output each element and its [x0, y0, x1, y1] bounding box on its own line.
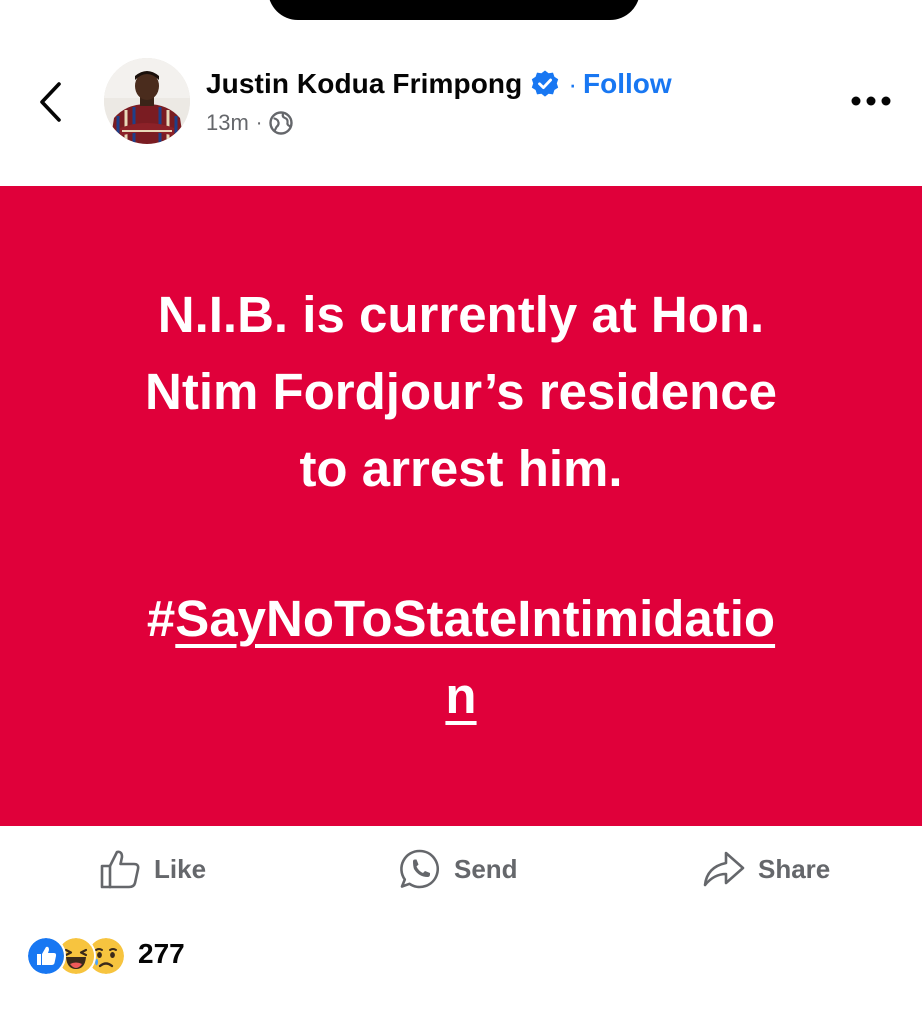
follow-button[interactable]: Follow: [583, 68, 672, 100]
more-options-button[interactable]: [846, 86, 896, 116]
post-timestamp[interactable]: 13m: [206, 110, 249, 136]
author-row: Justin Kodua Frimpong · Follow: [206, 64, 672, 104]
share-button[interactable]: Share: [702, 846, 830, 892]
share-arrow-icon: [702, 847, 746, 891]
share-label: Share: [758, 853, 831, 884]
send-label: Send: [454, 853, 518, 884]
post-line-3: to arrest him.: [299, 440, 623, 497]
like-reaction-icon: [26, 936, 66, 976]
hashtag-line-2: n: [0, 657, 922, 734]
reaction-count: 277: [138, 938, 185, 969]
facebook-post-screen: Justin Kodua Frimpong · Follow 13m · N.I…: [0, 0, 922, 1024]
like-button[interactable]: Like: [98, 846, 206, 892]
post-line-2: Ntim Fordjour’s residence: [145, 363, 777, 420]
send-button[interactable]: Send: [398, 846, 518, 892]
whatsapp-send-icon: [398, 847, 442, 891]
post-line-1: N.I.B. is currently at Hon.: [157, 286, 765, 343]
like-thumb-icon: [98, 847, 142, 891]
back-chevron-icon: [40, 82, 61, 122]
hashtag-symbol: #: [146, 590, 176, 647]
post-meta: 13m ·: [206, 106, 294, 140]
device-notch: [268, 0, 640, 20]
like-label: Like: [154, 853, 207, 884]
hashtag-line-1: #SayNoToStateIntimidatio: [0, 580, 922, 657]
verified-badge-icon: [530, 69, 560, 99]
hashtag-block: #SayNoToStateIntimidatio n: [0, 580, 922, 734]
more-options-icon: [851, 96, 891, 106]
meta-separator: ·: [255, 111, 263, 134]
post-actions-bar: Like Send Share: [0, 836, 922, 902]
author-name[interactable]: Justin Kodua Frimpong: [206, 68, 522, 100]
post-body-text: N.I.B. is currently at Hon. Ntim Fordjou…: [0, 276, 922, 507]
reaction-icons: [24, 934, 134, 976]
reactions-summary[interactable]: 277: [24, 934, 185, 976]
globe-icon[interactable]: [268, 110, 294, 136]
back-button[interactable]: [30, 78, 70, 126]
follow-separator: ·: [568, 68, 577, 99]
hashtag-link-continued[interactable]: n: [445, 667, 476, 724]
hashtag-link[interactable]: SayNoToStateIntimidatio: [175, 590, 775, 647]
avatar-photo: [104, 58, 190, 144]
author-avatar[interactable]: [104, 58, 190, 144]
